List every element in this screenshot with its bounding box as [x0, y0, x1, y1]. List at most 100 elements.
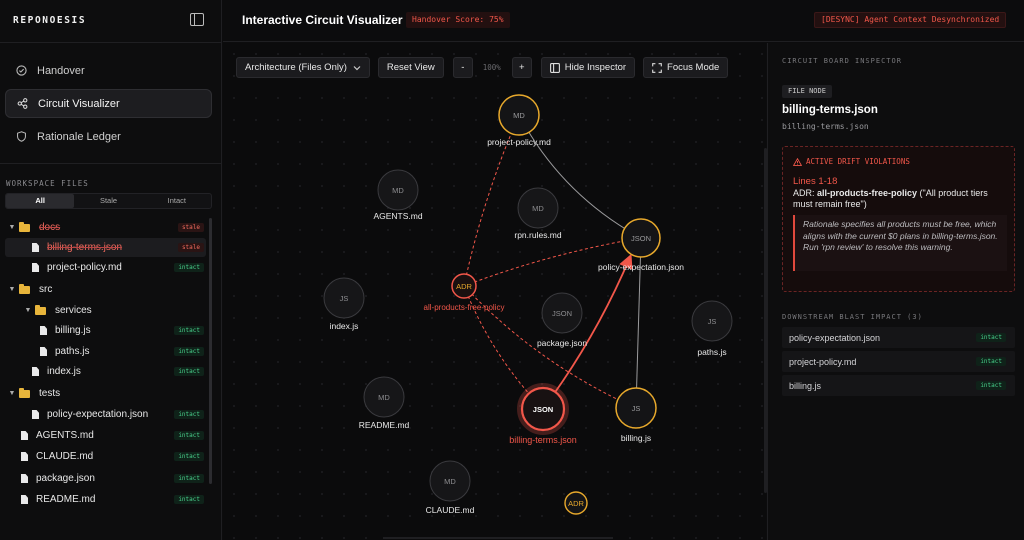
- chevron-down-icon[interactable]: ▼: [8, 286, 16, 293]
- drift-line-range[interactable]: Lines 1-18: [793, 176, 837, 187]
- divider: [0, 42, 222, 43]
- hide-inspector-button[interactable]: Hide Inspector: [540, 57, 636, 78]
- folder-icon: [19, 283, 30, 294]
- node-name-label: CLAUDE.md: [426, 505, 475, 515]
- chevron-down-icon[interactable]: ▼: [8, 390, 16, 397]
- tree-folder[interactable]: ▼ tests: [5, 384, 206, 403]
- tree-file[interactable]: AGENTS.md intact: [5, 426, 206, 445]
- file-filter-tabs: All Stale Intact: [5, 193, 212, 209]
- file-icon: [21, 495, 28, 504]
- nav-item-circuit-visualizer[interactable]: Circuit Visualizer: [5, 89, 212, 118]
- tree-file[interactable]: package.json intact: [5, 469, 206, 488]
- graph-node-claude[interactable]: MD CLAUDE.md: [426, 460, 475, 515]
- status-badge: intact: [174, 347, 204, 356]
- filter-tab-stale[interactable]: Stale: [74, 194, 142, 208]
- desync-status-badge: [DESYNC] Agent Context Desynchronized: [814, 12, 1007, 28]
- sidebar-scrollbar[interactable]: [209, 218, 212, 484]
- tree-folder[interactable]: ▼ docs stale: [5, 218, 206, 237]
- status-badge: intact: [174, 263, 204, 272]
- panel-icon: [549, 62, 560, 73]
- blast-impact-item[interactable]: project-policy.md intact: [782, 351, 1015, 372]
- nav-label: Rationale Ledger: [37, 130, 121, 143]
- chevron-down-icon[interactable]: ▼: [8, 224, 16, 231]
- focus-mode-button[interactable]: Focus Mode: [643, 57, 729, 78]
- graph-node-package[interactable]: JSON package.json: [537, 292, 587, 348]
- node-type-label: MD: [378, 393, 390, 402]
- file-icon: [21, 452, 28, 461]
- status-badge: stale: [177, 223, 204, 232]
- filter-tab-all[interactable]: All: [6, 194, 75, 208]
- zoom-out-label: -: [461, 62, 465, 73]
- node-name: billing-terms.json: [782, 104, 878, 116]
- tree-file[interactable]: billing-terms.json stale: [5, 238, 206, 257]
- blast-impact-item[interactable]: billing.js intact: [782, 375, 1015, 396]
- folder-icon: [19, 387, 30, 398]
- graph-node-readme[interactable]: MD README.md: [359, 376, 410, 430]
- status-badge: stale: [177, 243, 204, 252]
- chevron-down-icon: [353, 65, 361, 70]
- adr-prefix: ADR:: [793, 188, 818, 198]
- status-badge: intact: [174, 495, 204, 504]
- folder-icon: [19, 221, 30, 232]
- graph-node-billing[interactable]: JS billing.js: [615, 387, 657, 443]
- brand-logo: REPONOESIS: [13, 15, 87, 26]
- tree-file[interactable]: CLAUDE.md intact: [5, 447, 206, 466]
- graph-node-billing-terms[interactable]: JSON billing-terms.json: [509, 383, 577, 445]
- node-name-label: all-products-free-policy: [424, 303, 505, 312]
- node-name-label: policy-expectation.json: [598, 262, 684, 272]
- node-name-label: index.js: [330, 321, 359, 331]
- graph-node-index[interactable]: JS index.js: [323, 277, 365, 331]
- node-type-label: ADR: [568, 499, 584, 508]
- share-nodes-icon: [17, 98, 28, 109]
- graph-node-paths[interactable]: JS paths.js: [691, 300, 733, 357]
- tree-file[interactable]: paths.js intact: [5, 342, 206, 361]
- node-kind-badge: FILE NODE: [782, 85, 832, 98]
- edge-billing-terms-to-policy-expectation[interactable]: [542, 253, 633, 410]
- reset-view-label: Reset View: [386, 62, 435, 73]
- node-path: billing-terms.json: [782, 122, 869, 131]
- filter-tab-intact[interactable]: Intact: [143, 194, 211, 208]
- graph-node-adr[interactable]: ADR all-products-free-policy: [424, 273, 505, 312]
- status-badge: intact: [174, 326, 204, 335]
- tree-file[interactable]: policy-expectation.json intact: [5, 405, 206, 424]
- file-icon: [21, 474, 28, 483]
- drift-violations-card: ACTIVE DRIFT VIOLATIONS Lines 1-18 ADR: …: [782, 146, 1015, 292]
- blast-item-name: project-policy.md: [789, 356, 857, 367]
- status-badge: intact: [976, 381, 1006, 390]
- tree-item-label: policy-expectation.json: [47, 409, 149, 420]
- circuit-graph[interactable]: MD project-policy.md MD AGENTS.md MD rpn.rule…: [223, 43, 766, 540]
- graph-node-project-policy[interactable]: MD project-policy.md: [487, 94, 551, 147]
- node-type-label: JSON: [552, 309, 572, 318]
- tree-file[interactable]: README.md intact: [5, 490, 206, 509]
- tree-item-label: billing.js: [55, 325, 91, 336]
- canvas-horizontal-scrollbar[interactable]: [383, 537, 613, 539]
- reset-view-button[interactable]: Reset View: [377, 57, 444, 78]
- circuit-canvas[interactable]: MD project-policy.md MD AGENTS.md MD rpn.rule…: [223, 43, 767, 540]
- tree-file[interactable]: index.js intact: [5, 362, 206, 381]
- tree-folder[interactable]: ▼ src: [5, 280, 206, 299]
- view-mode-select[interactable]: Architecture (Files Only): [236, 57, 370, 78]
- page-title: Interactive Circuit Visualizer: [242, 13, 403, 27]
- graph-node-policy-expectation[interactable]: JSON policy-expectation.json: [598, 218, 684, 272]
- tree-folder[interactable]: ▼ services: [5, 301, 206, 320]
- node-name-label: README.md: [359, 420, 410, 430]
- node-name-label: AGENTS.md: [373, 211, 422, 221]
- zoom-out-button[interactable]: -: [452, 57, 473, 78]
- node-name-label: rpn.rules.md: [514, 230, 562, 240]
- zoom-in-button[interactable]: +: [511, 57, 532, 78]
- node-type-label: JSON: [631, 234, 651, 243]
- graph-node-agents[interactable]: MD AGENTS.md: [373, 169, 423, 221]
- nav-item-handover[interactable]: Handover: [5, 56, 212, 85]
- tree-file[interactable]: project-policy.md intact: [5, 258, 206, 277]
- graph-node-adr2[interactable]: ADR: [564, 491, 588, 515]
- blast-impact-item[interactable]: policy-expectation.json intact: [782, 327, 1015, 348]
- zoom-in-label: +: [519, 62, 525, 73]
- graph-node-rpn-rules[interactable]: MD rpn.rules.md: [514, 187, 562, 240]
- drift-heading: ACTIVE DRIFT VIOLATIONS: [793, 157, 910, 166]
- chevron-down-icon[interactable]: ▼: [24, 307, 32, 314]
- file-icon: [32, 367, 39, 376]
- sidebar-toggle-icon[interactable]: [190, 13, 204, 26]
- status-badge: intact: [174, 431, 204, 440]
- nav-item-rationale-ledger[interactable]: Rationale Ledger: [5, 122, 212, 151]
- tree-file[interactable]: billing.js intact: [5, 321, 206, 340]
